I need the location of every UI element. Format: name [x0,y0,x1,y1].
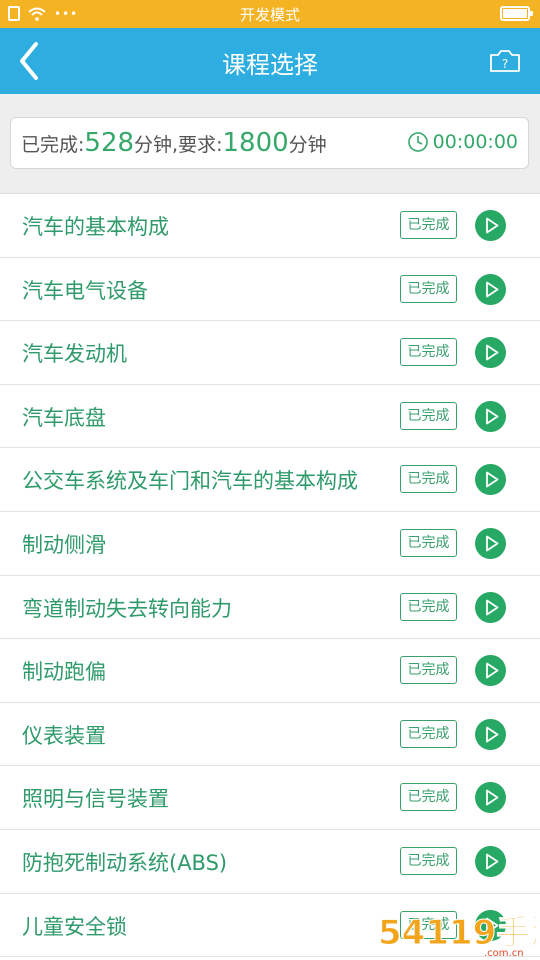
completed-badge: 已完成 [400,338,457,367]
course-row[interactable]: 照明与信号装置 已完成 [0,766,540,830]
play-button[interactable] [475,527,506,559]
play-icon [486,599,499,615]
play-icon [486,408,499,425]
completed-badge: 已完成 [400,274,457,303]
progress-summary-card: 已完成: 528 分钟,要求: 1800 分钟 00:00:00 [10,117,529,169]
course-row[interactable]: 汽车电气设备 已完成 [0,258,540,322]
clock-icon [407,132,428,152]
course-row[interactable]: 仪表装置 已完成 [0,703,540,767]
status-bar: ••• 开发模式 [0,0,540,28]
play-icon [486,471,499,488]
play-icon [486,789,499,806]
play-button[interactable] [475,337,506,369]
completed-minutes: 528 [84,128,135,158]
course-title: 汽车电气设备 [22,278,148,303]
required-minutes: 1800 [222,128,289,158]
camera-help-icon: ? [490,50,520,72]
course-list: 汽车的基本构成 已完成 汽车电气设备 已完成 汽车发动机 已完成 汽车底盘 已完成 公交车系统及… [0,193,540,960]
course-title: 照明与信号装置 [22,787,169,812]
play-button[interactable] [475,400,506,432]
completed-badge: 已完成 [400,719,457,748]
play-icon [486,535,499,552]
progress-summary: 已完成: 528 分钟,要求: 1800 分钟 [21,128,327,158]
course-row[interactable]: 防抱死制动系统(ABS) 已完成 [0,830,540,894]
play-button[interactable] [475,464,506,496]
play-button[interactable] [475,273,506,305]
play-button[interactable] [475,845,506,877]
course-row[interactable]: 公交车系统及车门和汽车的基本构成 已完成 [0,448,540,512]
course-title: 汽车底盘 [22,405,106,430]
completed-badge: 已完成 [400,656,457,685]
course-row[interactable]: 汽车发动机 已完成 [0,321,540,385]
course-title: 儿童安全锁 [22,914,127,939]
completed-badge: 已完成 [400,211,457,239]
course-title: 汽车的基本构成 [22,215,169,239]
course-title: 弯道制动失去转向能力 [22,596,232,621]
play-button[interactable] [475,591,506,623]
completed-badge: 已完成 [400,783,457,812]
site-watermark: 54119手游网 .com.cn [378,913,537,959]
course-title: 制动侧滑 [22,532,106,557]
course-title: 制动跑偏 [22,660,106,685]
play-icon [486,662,499,679]
course-title: 汽车发动机 [22,342,127,367]
play-icon [486,217,499,234]
completed-badge: 已完成 [400,592,457,621]
play-button[interactable] [475,210,506,241]
course-title: 防抱死制动系统(ABS) [22,850,228,875]
course-row[interactable]: 弯道制动失去转向能力 已完成 [0,576,540,640]
play-icon [486,726,499,743]
watermark-text: 54119手游网 [378,913,536,953]
play-button[interactable] [475,782,506,814]
course-row[interactable]: 制动侧滑 已完成 [0,512,540,576]
course-title: 公交车系统及车门和汽车的基本构成 [22,469,358,494]
course-row[interactable]: 汽车的基本构成 已完成 [0,194,540,258]
completed-badge: 已完成 [400,465,457,494]
nav-bar: 课程选择 ? [0,28,540,94]
camera-button[interactable]: ? [488,46,522,76]
play-icon [486,281,499,297]
watermark-url: .com.cn [484,948,524,958]
minutes-unit-label: 分钟 [288,134,327,156]
completed-badge: 已完成 [400,401,457,430]
play-icon [486,344,499,361]
course-row[interactable]: 汽车底盘 已完成 [0,385,540,449]
course-row[interactable]: 制动跑偏 已完成 [0,639,540,703]
timer-value: 00:00:00 [432,131,518,153]
completed-label: 已完成: [21,134,85,156]
completed-badge: 已完成 [400,528,457,557]
status-bar-title: 开发模式 [239,6,300,24]
page-title: 课程选择 [222,51,318,79]
play-button[interactable] [475,655,506,687]
course-title: 仪表装置 [22,723,106,748]
study-timer: 00:00:00 [407,131,518,153]
minutes-required-label: 分钟,要求: [134,134,223,156]
play-icon [486,853,499,870]
completed-badge: 已完成 [400,846,457,875]
play-button[interactable] [475,718,506,750]
battery-icon [500,6,533,21]
camera-badge: ? [502,57,508,71]
